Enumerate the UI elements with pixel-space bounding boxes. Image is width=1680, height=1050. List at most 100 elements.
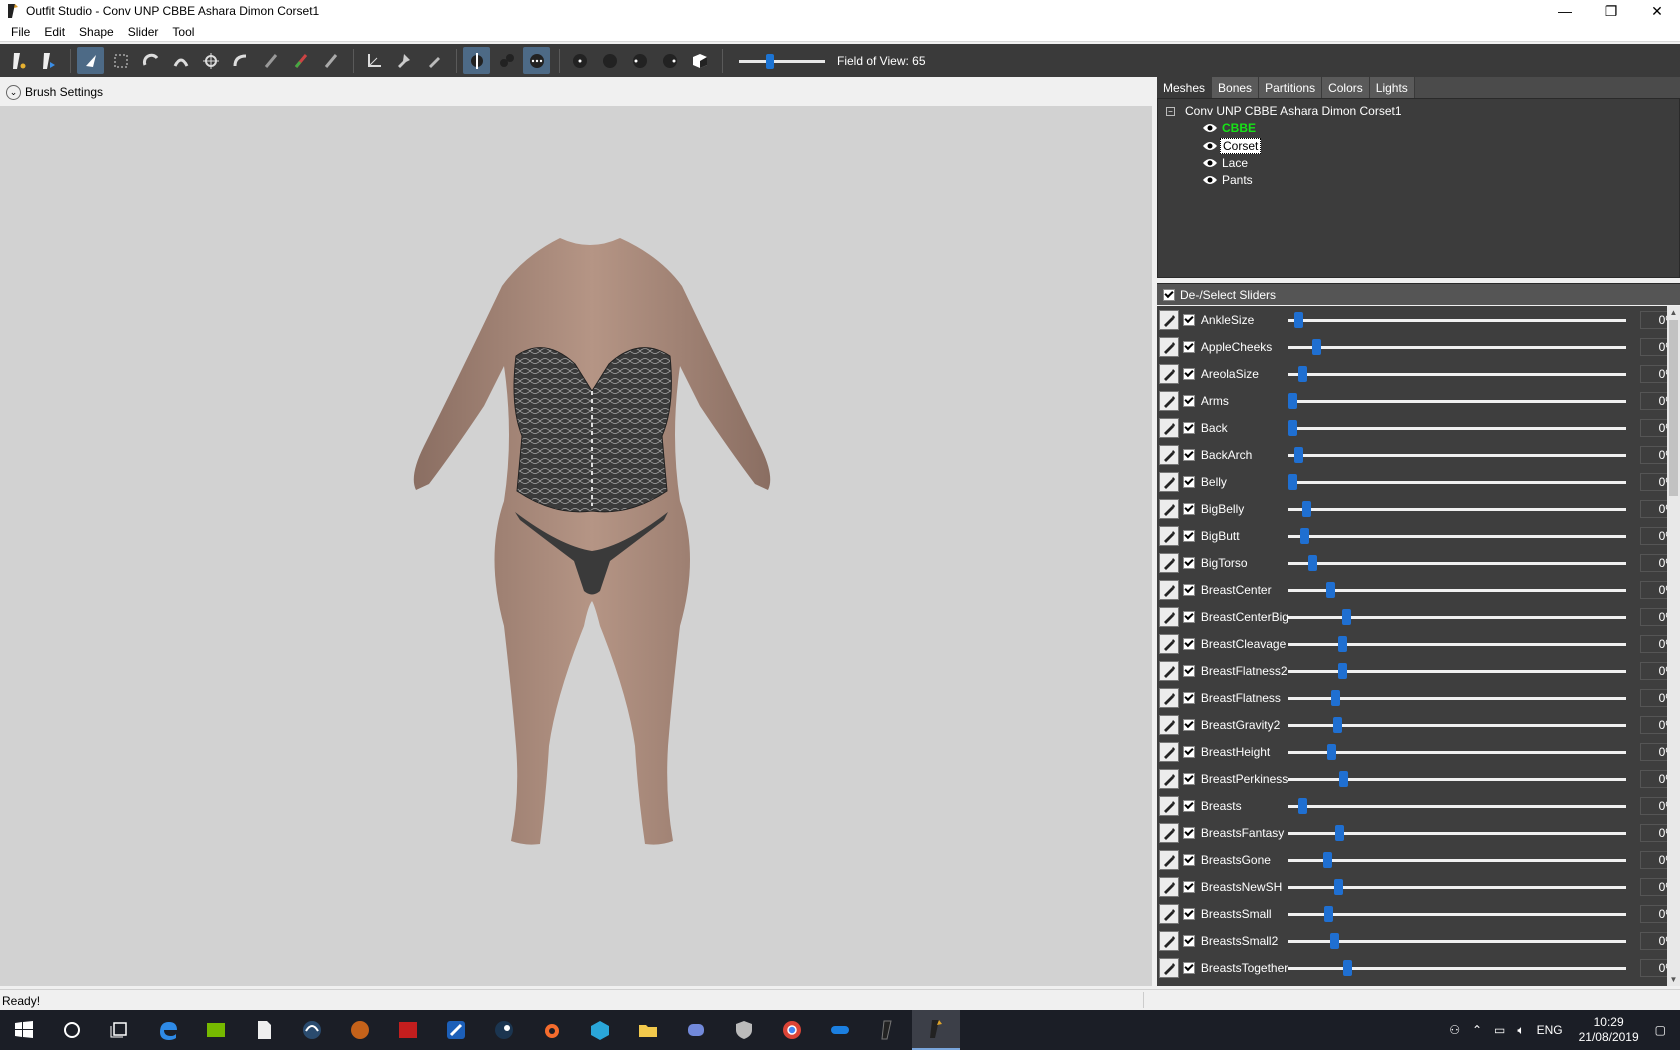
- taskbar-game-2[interactable]: [384, 1010, 432, 1050]
- slider-checkbox[interactable]: [1182, 961, 1195, 974]
- fov-slider-thumb[interactable]: [765, 53, 774, 69]
- xray-button[interactable]: [523, 47, 550, 74]
- slider-knob[interactable]: [1307, 554, 1317, 571]
- slider-track[interactable]: [1288, 445, 1627, 465]
- chevron-up-icon[interactable]: ⌃: [1466, 1023, 1488, 1037]
- slider-track[interactable]: [1288, 661, 1627, 681]
- edit-slider-button[interactable]: [1159, 309, 1179, 330]
- taskbar-explorer[interactable]: [624, 1010, 672, 1050]
- slider-checkbox[interactable]: [1182, 583, 1195, 596]
- slider-checkbox[interactable]: [1182, 907, 1195, 920]
- slider-track[interactable]: [1288, 877, 1627, 897]
- edit-slider-button[interactable]: [1159, 606, 1179, 627]
- edit-slider-button[interactable]: [1159, 714, 1179, 735]
- slider-scrollbar[interactable]: ▲ ▼: [1667, 306, 1680, 986]
- tree-root[interactable]: − Conv UNP CBBE Ashara Dimon Corset1: [1166, 104, 1402, 118]
- slider-track[interactable]: [1288, 553, 1627, 573]
- slider-checkbox[interactable]: [1182, 556, 1195, 569]
- slider-knob[interactable]: [1332, 716, 1342, 733]
- slider-knob[interactable]: [1323, 851, 1333, 868]
- cortana-button[interactable]: [48, 1010, 96, 1050]
- scroll-up-icon[interactable]: ▲: [1667, 306, 1680, 319]
- edit-slider-button[interactable]: [1159, 849, 1179, 870]
- eye-icon[interactable]: [1202, 122, 1218, 134]
- eye-icon[interactable]: [1202, 157, 1218, 169]
- slider-checkbox[interactable]: [1182, 826, 1195, 839]
- slider-checkbox[interactable]: [1182, 421, 1195, 434]
- edit-slider-button[interactable]: [1159, 363, 1179, 384]
- edit-tool-button[interactable]: [420, 47, 447, 74]
- slider-track[interactable]: [1288, 391, 1627, 411]
- edit-slider-button[interactable]: [1159, 444, 1179, 465]
- tab-bones[interactable]: Bones: [1212, 77, 1260, 98]
- edit-slider-button[interactable]: [1159, 957, 1179, 978]
- slider-checkbox[interactable]: [1182, 880, 1195, 893]
- fov-slider[interactable]: [739, 51, 825, 71]
- scroll-down-icon[interactable]: ▼: [1667, 973, 1680, 986]
- edit-slider-button[interactable]: [1159, 930, 1179, 951]
- edit-slider-button[interactable]: [1159, 660, 1179, 681]
- edit-slider-button[interactable]: [1159, 552, 1179, 573]
- slider-knob[interactable]: [1297, 365, 1307, 382]
- slider-knob[interactable]: [1331, 689, 1341, 706]
- edit-slider-button[interactable]: [1159, 876, 1179, 897]
- slider-checkbox[interactable]: [1182, 772, 1195, 785]
- slider-knob[interactable]: [1300, 527, 1310, 544]
- slider-checkbox[interactable]: [1182, 367, 1195, 380]
- slider-knob[interactable]: [1288, 473, 1298, 490]
- new-project-button[interactable]: [4, 47, 31, 74]
- slider-knob[interactable]: [1334, 824, 1344, 841]
- edit-slider-button[interactable]: [1159, 336, 1179, 357]
- mesh-item-lace[interactable]: Lace: [1202, 156, 1250, 170]
- tab-meshes[interactable]: Meshes: [1157, 77, 1213, 98]
- slider-track[interactable]: [1288, 931, 1627, 951]
- menu-slider[interactable]: Slider: [121, 25, 166, 39]
- slider-checkbox[interactable]: [1182, 610, 1195, 623]
- menu-edit[interactable]: Edit: [37, 25, 72, 39]
- edit-slider-button[interactable]: [1159, 741, 1179, 762]
- slider-track[interactable]: [1288, 337, 1627, 357]
- slider-track[interactable]: [1288, 796, 1627, 816]
- edit-slider-button[interactable]: [1159, 471, 1179, 492]
- clock[interactable]: 10:29 21/08/2019: [1569, 1015, 1649, 1045]
- menu-tool[interactable]: Tool: [165, 25, 201, 39]
- taskbar-wot[interactable]: [720, 1010, 768, 1050]
- taskbar-outfit-studio-2[interactable]: [912, 1010, 960, 1050]
- edit-slider-button[interactable]: [1159, 822, 1179, 843]
- move-brush-button[interactable]: [197, 47, 224, 74]
- tab-partitions[interactable]: Partitions: [1259, 77, 1323, 98]
- menu-shape[interactable]: Shape: [72, 25, 121, 39]
- slider-checkbox[interactable]: [1182, 340, 1195, 353]
- slider-track[interactable]: [1288, 607, 1627, 627]
- taskbar-outfit-studio-1[interactable]: [864, 1010, 912, 1050]
- edit-slider-button[interactable]: [1159, 390, 1179, 411]
- volume-icon[interactable]: 🔈︎: [1511, 1023, 1530, 1038]
- collapse-vertex-button[interactable]: [360, 47, 387, 74]
- smooth-brush-button[interactable]: [227, 47, 254, 74]
- edit-slider-button[interactable]: [1159, 525, 1179, 546]
- mesh-item-pants[interactable]: Pants: [1202, 173, 1255, 187]
- language-indicator[interactable]: ENG: [1531, 1023, 1569, 1037]
- task-view-button[interactable]: [96, 1010, 144, 1050]
- slider-track[interactable]: [1288, 310, 1627, 330]
- slider-track[interactable]: [1288, 688, 1627, 708]
- edit-slider-button[interactable]: [1159, 579, 1179, 600]
- transform-tool-button[interactable]: [107, 47, 134, 74]
- taskbar-game-3[interactable]: [432, 1010, 480, 1050]
- slider-checkbox[interactable]: [1182, 475, 1195, 488]
- edit-slider-button[interactable]: [1159, 417, 1179, 438]
- weight-brush-button[interactable]: [257, 47, 284, 74]
- slider-knob[interactable]: [1298, 797, 1308, 814]
- slider-knob[interactable]: [1288, 392, 1298, 409]
- slider-knob[interactable]: [1330, 932, 1340, 949]
- taskbar-game-1[interactable]: [336, 1010, 384, 1050]
- alpha-brush-button[interactable]: [317, 47, 344, 74]
- tab-lights[interactable]: Lights: [1369, 77, 1415, 98]
- mesh-item-cbbe[interactable]: CBBE: [1202, 121, 1258, 135]
- slider-checkbox[interactable]: [1182, 718, 1195, 731]
- slider-knob[interactable]: [1294, 446, 1304, 463]
- edit-slider-button[interactable]: [1159, 633, 1179, 654]
- slider-track[interactable]: [1288, 634, 1627, 654]
- slider-knob[interactable]: [1288, 419, 1298, 436]
- select-all-checkbox[interactable]: [1163, 288, 1175, 301]
